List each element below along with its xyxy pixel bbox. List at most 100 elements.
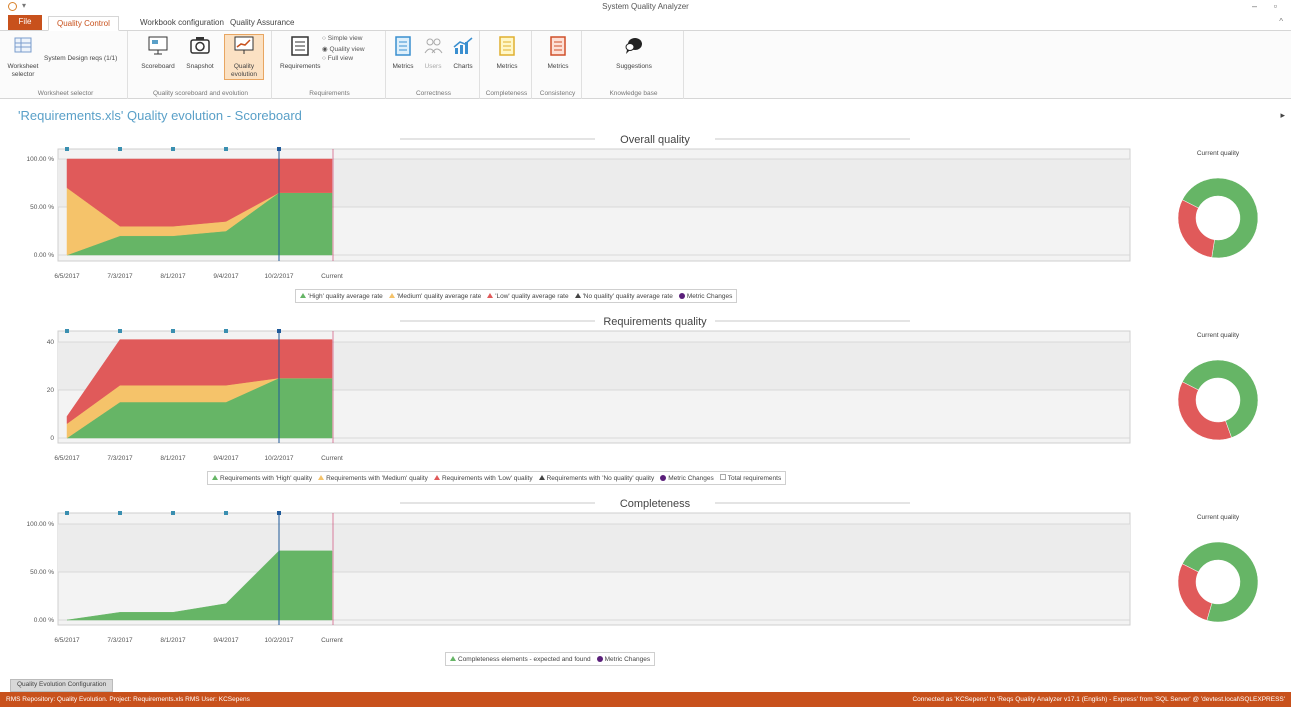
x-tick-label: 8/1/2017: [160, 273, 186, 280]
y-tick-label: 50.00 %: [30, 569, 54, 576]
legend-item-no-quality[interactable]: 'No quality' quality average rate: [574, 293, 673, 300]
tab-quality-control[interactable]: Quality Control: [48, 16, 119, 31]
worksheet-dropdown[interactable]: System Design reqs (1/1): [44, 55, 124, 62]
x-tick-label: 10/2/2017: [265, 273, 294, 280]
donut-label-completeness: Current quality: [1196, 514, 1240, 521]
status-bar: RMS Repository: Quality Evolution. Proje…: [0, 692, 1291, 707]
legend-overall-quality: 'High' quality average rate 'Medium' qua…: [295, 289, 738, 303]
ribbon-group-knowledge-base: Suggestions Knowledge base: [584, 31, 684, 99]
simple-view-radio[interactable]: ○ Simple view: [322, 35, 362, 42]
tab-quality-assurance[interactable]: Quality Assurance: [222, 16, 302, 31]
ribbon: Worksheet selector System Design reqs (1…: [0, 31, 1291, 99]
y-tick-label: 40: [47, 339, 55, 346]
legend-item-medium[interactable]: 'Medium' quality average rate: [388, 293, 481, 300]
legend-item-low[interactable]: Requirements with 'Low' quality: [433, 475, 533, 482]
metrics-icon: [395, 36, 411, 56]
legend-item-low[interactable]: 'Low' quality average rate: [487, 293, 569, 300]
scoreboard-button[interactable]: Scoreboard: [138, 35, 178, 71]
group-label: Knowledge base: [609, 90, 658, 97]
y-tick-label: 0.00 %: [34, 617, 54, 624]
legend-completeness: Completeness elements - expected and fou…: [445, 652, 656, 666]
legend-item-no-quality[interactable]: Requirements with 'No quality' quality: [538, 475, 654, 482]
tab-workbook-configuration[interactable]: Workbook configuration: [132, 16, 232, 31]
group-label: Consistency: [539, 90, 576, 97]
donut-slice-low: [1177, 563, 1213, 621]
x-tick-label: 7/3/2017: [107, 455, 133, 462]
legend-item-completeness-elements[interactable]: Completeness elements - expected and fou…: [450, 656, 591, 663]
y-tick-label: 100.00 %: [27, 156, 55, 163]
legend-item-total-requirements[interactable]: Total requirements: [719, 474, 781, 482]
grid-band: [58, 524, 1130, 572]
metric-change-marker: [118, 329, 122, 333]
legend-item-metric-changes[interactable]: Metric Changes: [678, 293, 732, 300]
x-tick-label: 8/1/2017: [160, 455, 186, 462]
correctness-metrics-button[interactable]: Metrics: [388, 35, 418, 71]
group-label: Worksheet selector: [37, 90, 94, 97]
metric-change-marker: [224, 147, 228, 151]
x-tick-label: Current: [321, 455, 343, 462]
quality-view-radio[interactable]: ◉ Quality view: [322, 45, 365, 53]
metric-change-marker: [277, 329, 281, 333]
metric-change-marker: [118, 147, 122, 151]
quality-evolution-button[interactable]: Quality evolution: [224, 34, 264, 80]
legend-item-high[interactable]: 'High' quality average rate: [300, 293, 383, 300]
full-view-radio[interactable]: ○ Full view: [322, 55, 353, 62]
tab-file[interactable]: File: [8, 15, 42, 30]
legend-item-metric-changes[interactable]: Metric Changes: [660, 475, 714, 482]
group-label: Requirements: [309, 90, 350, 97]
x-tick-label: 8/1/2017: [160, 637, 186, 644]
x-tick-label: 7/3/2017: [107, 273, 133, 280]
ribbon-group-worksheet-selector: Worksheet selector System Design reqs (1…: [4, 31, 128, 99]
worksheet-selector-button[interactable]: Worksheet selector: [6, 35, 40, 79]
bar-chart-icon: [453, 37, 473, 54]
metric-change-marker: [65, 147, 69, 151]
donut-slice-low: [1177, 199, 1215, 258]
x-tick-label: 6/5/2017: [54, 273, 80, 280]
minimize-icon[interactable]: –: [1252, 1, 1257, 11]
chart-title: Requirements quality: [603, 316, 707, 328]
metrics-icon: [499, 36, 515, 56]
ribbon-group-completeness: Metrics Completeness: [482, 31, 532, 99]
x-tick-label: 9/4/2017: [213, 637, 239, 644]
suggestions-button[interactable]: Suggestions: [612, 35, 656, 71]
metric-change-marker: [65, 511, 69, 515]
charts-canvas: Overall quality 100.00 % 50.00 % 0.00 % 6/5/…: [27, 134, 1259, 644]
requirements-icon: [291, 36, 309, 56]
y-tick-label: 0.00 %: [34, 252, 54, 259]
completeness-metrics-button[interactable]: Metrics: [487, 35, 527, 71]
scoreboard-icon: [148, 36, 168, 55]
collapse-ribbon-icon[interactable]: ^: [1279, 17, 1283, 26]
window-title: System Quality Analyzer: [602, 2, 689, 11]
metric-change-marker: [118, 511, 122, 515]
restore-icon[interactable]: ▫: [1274, 1, 1277, 11]
speech-bubble-icon: [625, 38, 642, 54]
x-tick-label: Current: [321, 273, 343, 280]
x-tick-label: 6/5/2017: [54, 637, 80, 644]
metric-change-marker: [224, 329, 228, 333]
x-tick-label: 10/2/2017: [265, 637, 294, 644]
ribbon-group-correctness: Metrics Users Charts Correctness: [388, 31, 480, 99]
donut-label-overall: Current quality: [1196, 150, 1240, 157]
snapshot-button[interactable]: Snapshot: [180, 35, 220, 71]
metric-change-marker: [171, 329, 175, 333]
legend-requirements-quality: Requirements with 'High' quality Require…: [207, 471, 787, 485]
ribbon-tabs: File Quality Control Workbook configurat…: [0, 14, 1291, 31]
x-tick-label: 9/4/2017: [213, 455, 239, 462]
title-bar: ▾ System Quality Analyzer – ▫: [0, 0, 1291, 14]
legend-item-metric-changes[interactable]: Metric Changes: [596, 656, 650, 663]
legend-item-medium[interactable]: Requirements with 'Medium' quality: [318, 475, 428, 482]
charts-button[interactable]: Charts: [448, 35, 478, 71]
requirements-button[interactable]: Requirements: [280, 35, 320, 71]
metric-change-marker: [277, 147, 281, 151]
camera-icon: [190, 37, 210, 54]
metric-change-marker: [171, 511, 175, 515]
worksheet-icon: [14, 37, 32, 53]
legend-item-high[interactable]: Requirements with 'High' quality: [212, 475, 312, 482]
donut-slice-low: [1177, 381, 1232, 441]
quality-evolution-configuration-tab[interactable]: Quality Evolution Configuration: [10, 679, 114, 692]
users-button[interactable]: Users: [418, 35, 448, 71]
consistency-metrics-button[interactable]: Metrics: [538, 35, 578, 71]
y-tick-label: 100.00 %: [27, 521, 55, 528]
x-tick-label: Current: [321, 637, 343, 644]
group-label: Quality scoreboard and evolution: [152, 90, 249, 97]
